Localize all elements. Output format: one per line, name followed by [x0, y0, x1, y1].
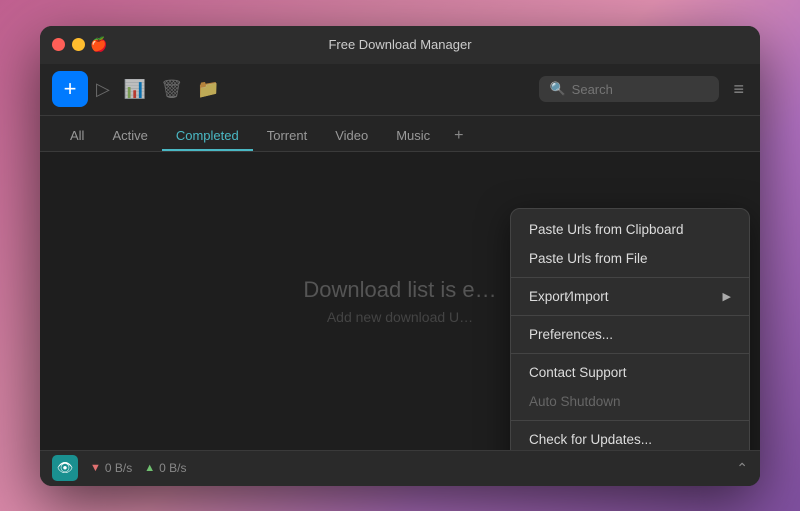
main-content: Download list is e… Add new download U… …: [40, 152, 760, 450]
up-arrow-icon: ▲: [144, 462, 155, 474]
tab-video[interactable]: Video: [321, 122, 382, 151]
titlebar: 🍎 Free Download Manager: [40, 26, 760, 64]
down-arrow-icon: ▼: [90, 462, 101, 474]
plus-icon: +: [64, 76, 77, 102]
tab-music[interactable]: Music: [382, 122, 444, 151]
upload-speed-value: 0 B/s: [159, 461, 186, 475]
tab-completed[interactable]: Completed: [162, 122, 253, 151]
menu-separator-1: [511, 277, 749, 278]
menu-check-updates[interactable]: Check for Updates...: [511, 425, 749, 450]
submenu-chevron-icon: ▶: [723, 290, 731, 303]
empty-title: Download list is e…: [303, 277, 496, 303]
close-button[interactable]: [52, 38, 65, 51]
folder-icon[interactable]: 📁: [197, 79, 219, 100]
delete-icon[interactable]: 🗑: [160, 79, 183, 100]
menu-separator-3: [511, 353, 749, 354]
dropdown-menu: Paste Urls from Clipboard Paste Urls fro…: [510, 208, 750, 450]
window-title: Free Download Manager: [328, 37, 471, 52]
apple-icon: 🍎: [90, 36, 107, 53]
add-button[interactable]: +: [52, 71, 88, 107]
chevron-up-icon[interactable]: ⌃: [736, 460, 748, 477]
download-speed-value: 0 B/s: [105, 461, 132, 475]
add-tab-button[interactable]: +: [444, 121, 473, 151]
download-speed: ▼ 0 B/s: [90, 461, 132, 475]
status-icon[interactable]: 👁: [52, 455, 78, 481]
tabs-bar: All Active Completed Torrent Video Music…: [40, 116, 760, 152]
statusbar: 👁 ▼ 0 B/s ▲ 0 B/s ⌃: [40, 450, 760, 486]
resume-icon[interactable]: ▷: [96, 79, 110, 100]
minimize-button[interactable]: [72, 38, 85, 51]
search-input[interactable]: [572, 82, 710, 97]
hamburger-menu-icon[interactable]: ≡: [729, 75, 748, 104]
tab-active[interactable]: Active: [98, 122, 161, 151]
upload-speed: ▲ 0 B/s: [144, 461, 186, 475]
menu-preferences[interactable]: Preferences...: [511, 320, 749, 349]
menu-auto-shutdown: Auto Shutdown: [511, 387, 749, 416]
menu-paste-urls-file[interactable]: Paste Urls from File: [511, 244, 749, 273]
toolbar-right: 🔍 ≡: [539, 75, 748, 104]
tab-torrent[interactable]: Torrent: [253, 122, 321, 151]
search-icon: 🔍: [549, 81, 565, 97]
empty-subtitle: Add new download U…: [303, 309, 496, 325]
menu-separator-4: [511, 420, 749, 421]
menu-export-import[interactable]: Export⁄Import ▶: [511, 282, 749, 311]
menu-separator-2: [511, 315, 749, 316]
toolbar-icons: ▷ 📊 🗑 📁: [96, 79, 531, 100]
app-window: 🍎 Free Download Manager + ▷ 📊 🗑 📁 🔍 ≡ Al…: [40, 26, 760, 486]
search-box[interactable]: 🔍: [539, 76, 719, 102]
tab-all[interactable]: All: [56, 122, 98, 151]
menu-paste-urls-clipboard[interactable]: Paste Urls from Clipboard: [511, 215, 749, 244]
graph-icon[interactable]: 📊: [124, 79, 146, 100]
empty-state: Download list is e… Add new download U…: [303, 277, 496, 325]
toolbar: + ▷ 📊 🗑 📁 🔍 ≡: [40, 64, 760, 116]
menu-export-import-label: Export⁄Import: [529, 289, 609, 304]
menu-contact-support[interactable]: Contact Support: [511, 358, 749, 387]
